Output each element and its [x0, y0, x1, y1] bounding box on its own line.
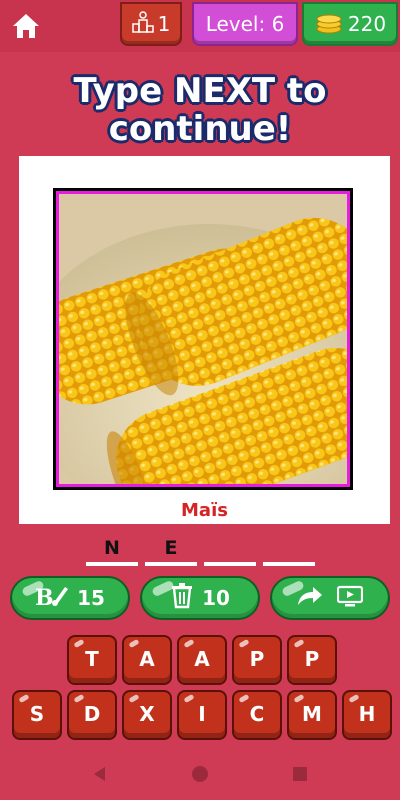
- image-caption: Maïs: [181, 500, 228, 521]
- letter-key[interactable]: H: [342, 690, 392, 740]
- instruction-headline: Type NEXT to continue!: [0, 72, 400, 148]
- coins-button[interactable]: 220: [302, 2, 398, 46]
- letter-key[interactable]: M: [287, 690, 337, 740]
- letter-key[interactable]: D: [67, 690, 117, 740]
- reveal-letter-button[interactable]: B 15: [10, 576, 130, 620]
- letter-key[interactable]: S: [12, 690, 62, 740]
- answer-slot[interactable]: E: [145, 536, 197, 566]
- letter-key[interactable]: P: [232, 635, 282, 685]
- letter-key[interactable]: I: [177, 690, 227, 740]
- coins-value: 220: [347, 12, 387, 36]
- letter-key[interactable]: T: [67, 635, 117, 685]
- trash-icon: [170, 582, 194, 614]
- podium-icon: [131, 10, 154, 39]
- answer-slot[interactable]: [263, 536, 315, 566]
- letter-key[interactable]: C: [232, 690, 282, 740]
- image-frame: [53, 188, 353, 490]
- answer-slot[interactable]: [204, 536, 256, 566]
- level-label: Level: 6: [205, 12, 285, 36]
- reveal-count: 15: [77, 586, 105, 610]
- share-button[interactable]: [270, 576, 390, 620]
- headline-line-1: Type NEXT to: [73, 71, 327, 111]
- answer-slots: N E: [0, 536, 400, 570]
- video-screen-icon: [336, 585, 364, 612]
- home-icon[interactable]: [10, 10, 42, 42]
- home-nav-icon[interactable]: [188, 762, 212, 786]
- coins-icon: [314, 10, 344, 39]
- answer-slot[interactable]: N: [86, 536, 138, 566]
- letter-key[interactable]: P: [287, 635, 337, 685]
- top-bar: 1 Level: 6 220: [0, 0, 400, 52]
- letter-key[interactable]: X: [122, 690, 172, 740]
- recents-icon[interactable]: [288, 762, 312, 786]
- system-nav-bar: [0, 748, 400, 800]
- back-icon[interactable]: [88, 762, 112, 786]
- puzzle-card: Maïs: [19, 156, 390, 524]
- remove-letters-button[interactable]: 10: [140, 576, 260, 620]
- letter-key[interactable]: A: [122, 635, 172, 685]
- remove-count: 10: [202, 586, 230, 610]
- level-badge: Level: 6: [192, 2, 298, 46]
- letter-key[interactable]: A: [177, 635, 227, 685]
- headline-line-2: continue!: [108, 109, 292, 149]
- rank-value: 1: [157, 12, 171, 36]
- puzzle-image: [59, 194, 347, 484]
- leaderboard-button[interactable]: 1: [120, 2, 182, 46]
